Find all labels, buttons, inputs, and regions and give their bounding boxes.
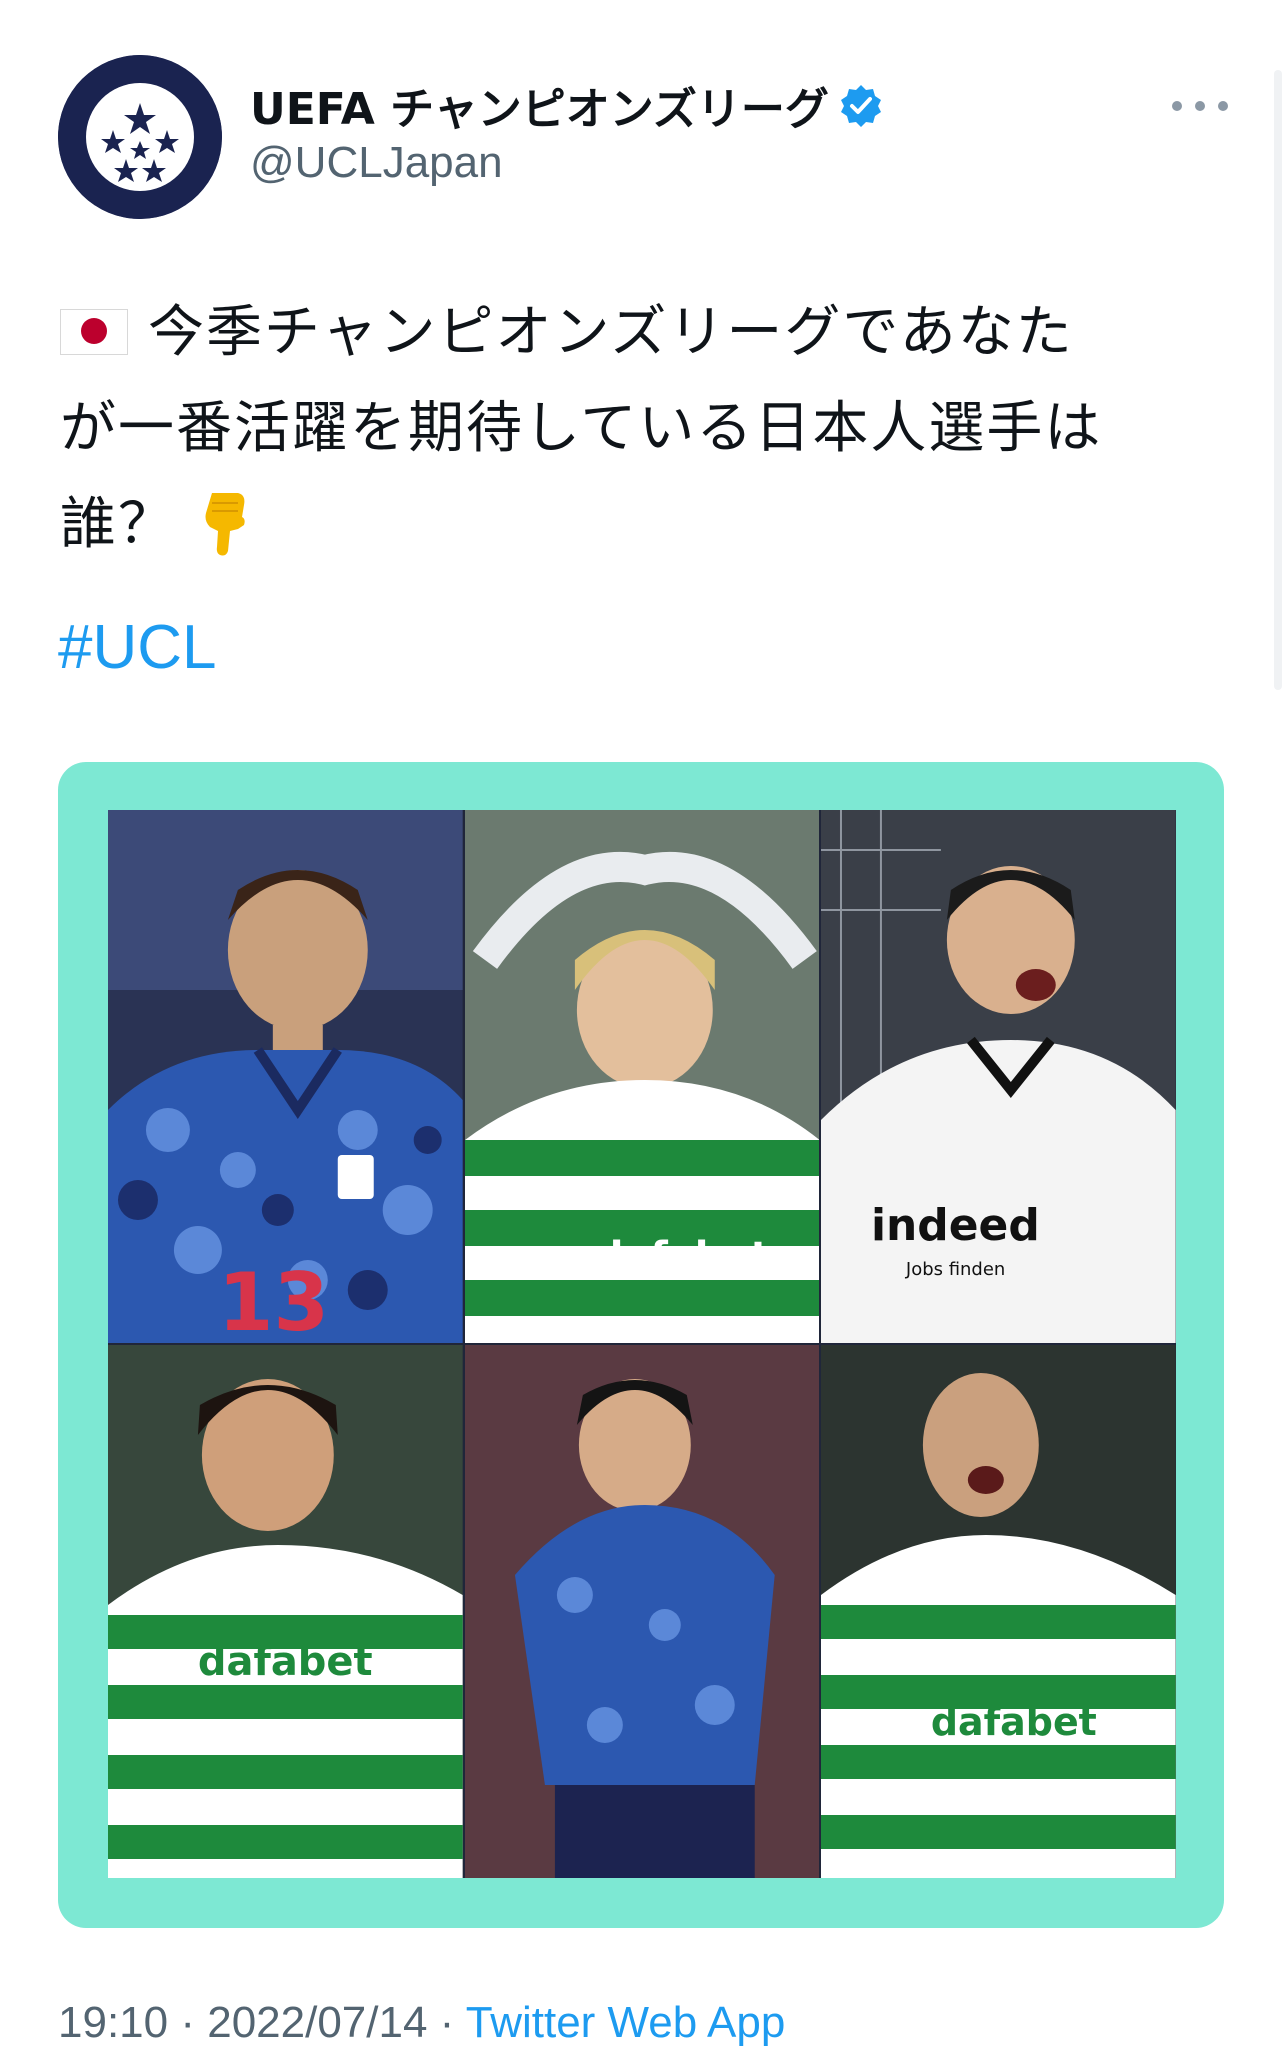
tweet-date[interactable]: 2022/07/14 bbox=[207, 1998, 427, 2047]
tweet-metadata: 19:10 · 2022/07/14 · Twitter Web App bbox=[58, 1998, 785, 2048]
verified-badge-icon bbox=[839, 83, 883, 127]
more-dot bbox=[1218, 101, 1228, 111]
author-name-row: UEFA チャンピオンズリーグ bbox=[250, 70, 883, 140]
sponsor-sub-label: Jobs finden bbox=[905, 1259, 1005, 1280]
display-name[interactable]: UEFA チャンピオンズリーグ bbox=[250, 73, 829, 137]
tweet-text-line-1: 今季チャンピオンズリーグであなた bbox=[148, 300, 1074, 365]
sponsor-label: indeed bbox=[871, 1200, 1040, 1251]
more-dot bbox=[1195, 101, 1205, 111]
tweet-time[interactable]: 19:10 bbox=[58, 1998, 168, 2047]
pointing-down-icon bbox=[198, 491, 250, 557]
jersey-number: 13 bbox=[218, 1256, 329, 1343]
player-photo-4[interactable]: dafabet bbox=[108, 1345, 463, 1878]
author-handle[interactable]: @UCLJapan bbox=[250, 138, 503, 188]
sponsor-label: dafabet bbox=[595, 1234, 770, 1280]
player-photo-5[interactable] bbox=[464, 1345, 820, 1878]
player-photo-2[interactable]: dafabet bbox=[464, 810, 820, 1343]
meta-separator: · bbox=[427, 1998, 466, 2047]
media-photo-grid[interactable]: 13 dafabet indeed Jobs finden dafabet da… bbox=[108, 810, 1176, 1878]
tweet: UEFA チャンピオンズリーグ @UCLJapan 今季チャンピオンズリーグであ… bbox=[0, 0, 1282, 2072]
player-photo-3[interactable]: indeed Jobs finden bbox=[821, 810, 1176, 1343]
japan-flag-icon bbox=[60, 309, 128, 355]
avatar[interactable] bbox=[58, 55, 222, 219]
sponsor-label: dafabet bbox=[198, 1639, 373, 1685]
starball-logo-icon bbox=[58, 55, 222, 219]
more-options-button[interactable] bbox=[1172, 86, 1228, 126]
tweet-text-line-3: 誰？ bbox=[60, 492, 176, 557]
tweet-text: 今季チャンピオンズリーグであなた が一番活躍を期待している日本人選手は 誰？ bbox=[60, 285, 1235, 573]
scrollbar[interactable] bbox=[1274, 70, 1282, 690]
more-dot bbox=[1172, 101, 1182, 111]
player-photo-1[interactable]: 13 bbox=[108, 810, 463, 1343]
player-photo-6[interactable]: dafabet bbox=[821, 1345, 1176, 1878]
meta-separator: · bbox=[168, 1998, 208, 2047]
tweet-text-line-2: が一番活躍を期待している日本人選手は bbox=[60, 396, 1103, 461]
tweet-source-link[interactable]: Twitter Web App bbox=[466, 1998, 786, 2047]
sponsor-label: dafabet bbox=[931, 1700, 1097, 1744]
hashtag-link[interactable]: #UCL bbox=[58, 612, 217, 683]
